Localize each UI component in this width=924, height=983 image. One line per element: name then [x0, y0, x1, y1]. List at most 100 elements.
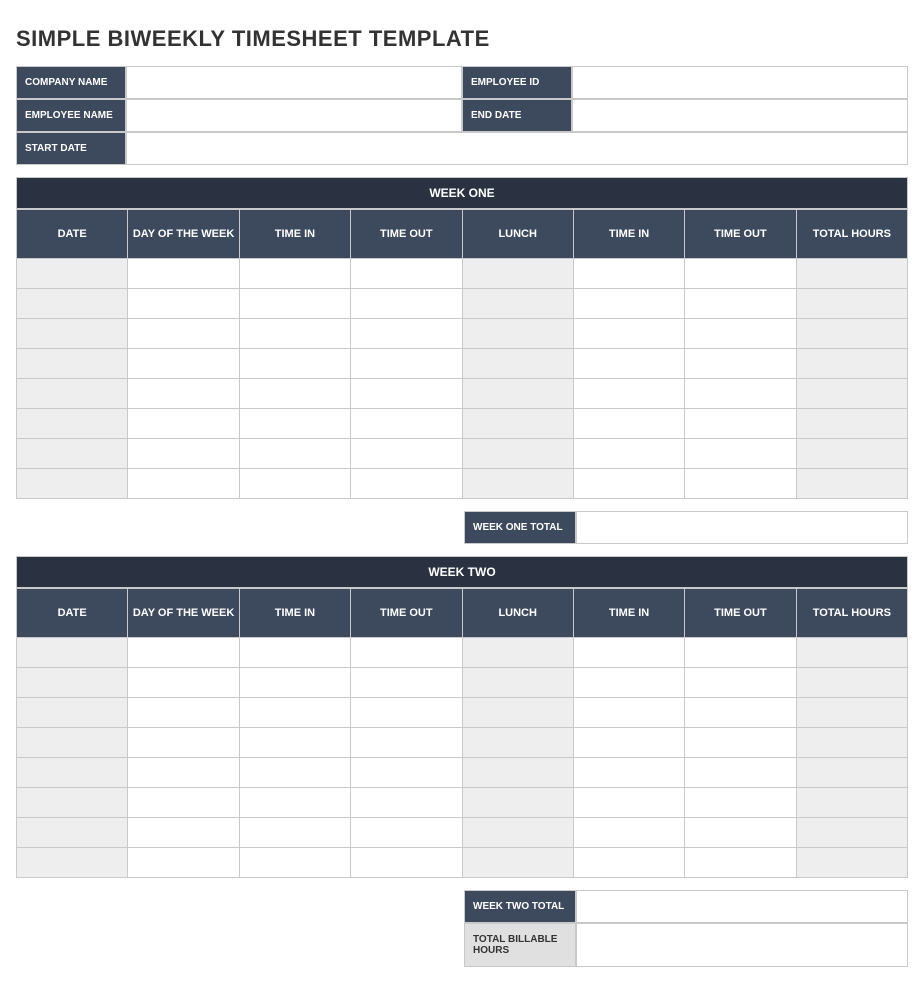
cell-time-in-1[interactable]	[239, 469, 350, 499]
cell-time-out-1[interactable]	[351, 259, 462, 289]
cell-day[interactable]	[128, 289, 239, 319]
cell-day[interactable]	[128, 319, 239, 349]
cell-date[interactable]	[17, 439, 128, 469]
cell-time-out-2[interactable]	[685, 818, 796, 848]
cell-time-in-1[interactable]	[239, 788, 350, 818]
employee-id-input[interactable]	[572, 66, 908, 99]
cell-date[interactable]	[17, 259, 128, 289]
cell-time-in-2[interactable]	[573, 818, 684, 848]
cell-date[interactable]	[17, 349, 128, 379]
cell-time-out-2[interactable]	[685, 379, 796, 409]
cell-time-in-1[interactable]	[239, 758, 350, 788]
cell-time-out-2[interactable]	[685, 848, 796, 878]
cell-time-in-1[interactable]	[239, 379, 350, 409]
cell-time-in-2[interactable]	[573, 259, 684, 289]
cell-time-out-2[interactable]	[685, 259, 796, 289]
cell-time-in-2[interactable]	[573, 289, 684, 319]
cell-time-out-2[interactable]	[685, 788, 796, 818]
cell-date[interactable]	[17, 698, 128, 728]
cell-time-out-2[interactable]	[685, 409, 796, 439]
cell-time-in-1[interactable]	[239, 349, 350, 379]
cell-total-hours[interactable]	[796, 758, 907, 788]
company-name-input[interactable]	[126, 66, 462, 99]
cell-day[interactable]	[128, 439, 239, 469]
cell-time-in-2[interactable]	[573, 379, 684, 409]
cell-date[interactable]	[17, 728, 128, 758]
cell-total-hours[interactable]	[796, 289, 907, 319]
cell-total-hours[interactable]	[796, 379, 907, 409]
cell-total-hours[interactable]	[796, 788, 907, 818]
cell-total-hours[interactable]	[796, 638, 907, 668]
cell-day[interactable]	[128, 818, 239, 848]
cell-time-in-1[interactable]	[239, 439, 350, 469]
cell-time-out-2[interactable]	[685, 319, 796, 349]
cell-date[interactable]	[17, 668, 128, 698]
cell-date[interactable]	[17, 758, 128, 788]
cell-time-out-1[interactable]	[351, 818, 462, 848]
cell-date[interactable]	[17, 379, 128, 409]
cell-date[interactable]	[17, 409, 128, 439]
cell-time-out-1[interactable]	[351, 728, 462, 758]
cell-time-in-2[interactable]	[573, 349, 684, 379]
cell-total-hours[interactable]	[796, 469, 907, 499]
cell-time-out-1[interactable]	[351, 638, 462, 668]
employee-name-input[interactable]	[126, 99, 462, 132]
cell-lunch[interactable]	[462, 788, 573, 818]
cell-total-hours[interactable]	[796, 698, 907, 728]
cell-date[interactable]	[17, 638, 128, 668]
cell-time-out-1[interactable]	[351, 668, 462, 698]
cell-time-out-2[interactable]	[685, 668, 796, 698]
start-date-input[interactable]	[126, 132, 908, 165]
cell-total-hours[interactable]	[796, 319, 907, 349]
cell-day[interactable]	[128, 259, 239, 289]
cell-time-out-1[interactable]	[351, 289, 462, 319]
cell-time-out-1[interactable]	[351, 698, 462, 728]
cell-total-hours[interactable]	[796, 409, 907, 439]
cell-day[interactable]	[128, 638, 239, 668]
cell-time-in-2[interactable]	[573, 788, 684, 818]
cell-time-out-1[interactable]	[351, 319, 462, 349]
cell-time-in-2[interactable]	[573, 638, 684, 668]
cell-day[interactable]	[128, 379, 239, 409]
cell-date[interactable]	[17, 469, 128, 499]
cell-time-in-2[interactable]	[573, 319, 684, 349]
cell-lunch[interactable]	[462, 758, 573, 788]
week-one-total-value[interactable]	[576, 511, 908, 544]
cell-time-out-1[interactable]	[351, 758, 462, 788]
cell-time-out-2[interactable]	[685, 469, 796, 499]
cell-total-hours[interactable]	[796, 848, 907, 878]
cell-lunch[interactable]	[462, 848, 573, 878]
cell-time-out-2[interactable]	[685, 758, 796, 788]
cell-total-hours[interactable]	[796, 259, 907, 289]
cell-time-in-1[interactable]	[239, 698, 350, 728]
cell-time-out-2[interactable]	[685, 439, 796, 469]
cell-time-out-1[interactable]	[351, 439, 462, 469]
cell-lunch[interactable]	[462, 349, 573, 379]
cell-time-in-2[interactable]	[573, 409, 684, 439]
cell-date[interactable]	[17, 818, 128, 848]
cell-date[interactable]	[17, 788, 128, 818]
cell-time-in-2[interactable]	[573, 848, 684, 878]
cell-total-hours[interactable]	[796, 818, 907, 848]
total-billable-value[interactable]	[576, 923, 908, 967]
cell-time-out-1[interactable]	[351, 379, 462, 409]
cell-day[interactable]	[128, 758, 239, 788]
cell-time-out-1[interactable]	[351, 349, 462, 379]
cell-time-in-2[interactable]	[573, 698, 684, 728]
cell-day[interactable]	[128, 668, 239, 698]
week-two-total-value[interactable]	[576, 890, 908, 923]
cell-total-hours[interactable]	[796, 728, 907, 758]
cell-time-out-2[interactable]	[685, 728, 796, 758]
end-date-input[interactable]	[572, 99, 908, 132]
cell-date[interactable]	[17, 848, 128, 878]
cell-day[interactable]	[128, 349, 239, 379]
cell-time-out-2[interactable]	[685, 638, 796, 668]
cell-day[interactable]	[128, 848, 239, 878]
cell-lunch[interactable]	[462, 319, 573, 349]
cell-time-in-1[interactable]	[239, 668, 350, 698]
cell-time-in-1[interactable]	[239, 319, 350, 349]
cell-time-out-1[interactable]	[351, 409, 462, 439]
cell-time-out-1[interactable]	[351, 848, 462, 878]
cell-lunch[interactable]	[462, 668, 573, 698]
cell-date[interactable]	[17, 319, 128, 349]
